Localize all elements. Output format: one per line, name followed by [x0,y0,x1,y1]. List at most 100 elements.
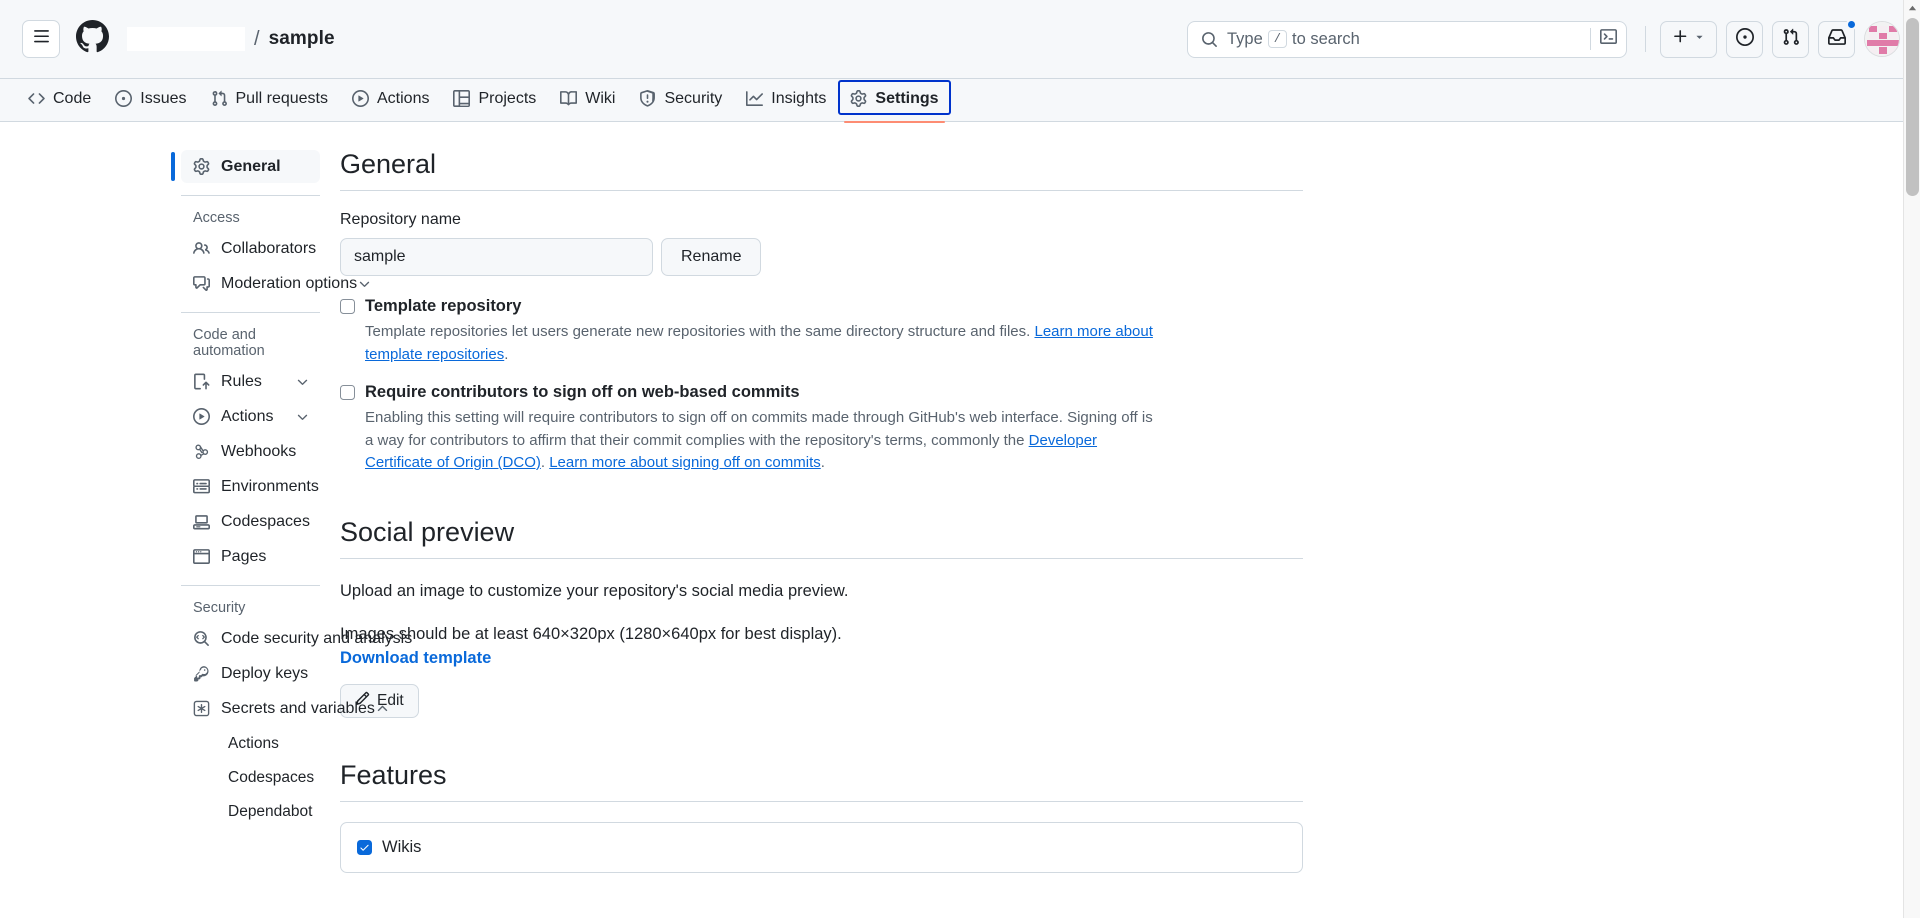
issue-opened-icon [1735,27,1754,51]
github-logo[interactable] [76,20,109,58]
global-header: / sample Type / to search [0,0,1920,79]
sidebar-subitem-label: Actions [228,734,279,752]
template-repository-checkbox[interactable] [340,299,355,314]
repo-tab-label: Wiki [585,89,616,107]
search-icon [1201,31,1218,48]
repo-tab-projects[interactable]: Projects [441,79,548,118]
signoff-desc-part2: . [540,454,550,471]
search-divider [1590,28,1591,50]
sidebar-item-label: Deploy keys [221,664,309,682]
learn-more-signing-off-link[interactable]: Learn more about signing off on commits [549,454,821,471]
search-input[interactable]: Type / to search [1187,20,1627,58]
settings-sidebar: General Access Collaborators Moderation … [0,122,412,873]
sidebar-item-moderation-options[interactable]: Moderation options [181,267,370,300]
notifications-button[interactable] [1818,18,1857,58]
sidebar-item-collaborators[interactable]: Collaborators [181,232,320,265]
sidebar-item-code-security-and-analysis[interactable]: Code security and analysis [181,622,412,655]
repo-tab-issues[interactable]: Issues [103,79,198,118]
sidebar-item-label: Pages [221,547,267,565]
chevron-up-icon[interactable] [375,701,390,716]
sidebar-item-label: Webhooks [221,442,297,460]
sidebar-subitem-label: Dependabot [228,802,313,820]
sidebar-item-general[interactable]: General [171,150,320,183]
breadcrumb-separator: / [254,27,260,50]
repo-tab-label: Insights [771,89,827,107]
repo-tab-insights[interactable]: Insights [734,79,838,118]
your-issues-button[interactable] [1726,20,1763,58]
repo-tab-wiki[interactable]: Wiki [548,79,627,118]
signoff-desc-period: . [820,454,825,471]
chevron-down-icon[interactable] [295,409,310,424]
sidebar-item-rules[interactable]: Rules [181,365,320,398]
template-repository-label[interactable]: Template repository [365,294,1303,318]
template-repository-setting: Template repository Template repositorie… [340,294,1303,366]
table-icon [453,90,471,107]
sidebar-item-label: Moderation options [221,274,358,292]
search-right-adornment [1590,28,1621,50]
sidebar-group-title-access: Access [193,210,240,226]
sidebar-group-title-security: Security [193,600,246,616]
header-divider [1645,26,1646,52]
sidebar-item-secrets-and-variables[interactable]: Secrets and variables [181,692,388,725]
social-preview-upload-text: Upload an image to customize your reposi… [340,581,849,600]
repo-tab-actions[interactable]: Actions [340,79,441,118]
repo-name-link[interactable]: sample [269,28,335,50]
repo-tab-pull-requests[interactable]: Pull requests [199,79,341,118]
template-repository-body: Template repository Template repositorie… [365,294,1303,366]
sidebar-group-title-code-and-automation: Code and automation [193,327,265,359]
repository-name-input[interactable] [340,238,653,276]
repo-tab-label: Issues [140,89,187,107]
sidebar-item-environments[interactable]: Environments [181,470,320,503]
your-pull-requests-button[interactable] [1772,20,1809,58]
book-icon [560,90,578,107]
sidebar-item-codespaces[interactable]: Codespaces [181,505,320,538]
page-title: General [340,149,1303,191]
repo-owner-redacted[interactable] [127,27,245,51]
create-new-button[interactable] [1660,20,1717,58]
git-pull-request-icon [211,90,228,107]
sidebar-item-label: Collaborators [221,239,317,257]
sidebar-item-label: Codespaces [221,512,310,530]
sidebar-item-pages[interactable]: Pages [181,540,320,573]
wikis-checkbox[interactable] [357,839,372,855]
command-palette-icon[interactable] [1600,28,1617,50]
repo-tab-code[interactable]: Code [16,79,103,118]
sidebar-subitem-secrets-codespaces[interactable]: Codespaces [181,761,320,794]
codescan-icon [193,630,210,647]
wikis-setting-row: Wikis [357,838,1286,857]
inbox-icon [1827,28,1846,51]
require-signoff-checkbox[interactable] [340,385,355,400]
page-scrollbar[interactable] [1903,0,1920,918]
scrollbar-thumb[interactable] [1906,18,1919,196]
sidebar-subitem-secrets-actions[interactable]: Actions [181,727,320,760]
sidebar-item-deploy-keys[interactable]: Deploy keys [181,657,320,690]
download-template-link[interactable]: Download template [340,649,491,667]
repository-nav: Code Issues Pull requests Actions Projec [0,79,1920,123]
avatar-identicon [1865,22,1899,56]
sidebar-subitem-secrets-dependabot[interactable]: Dependabot [181,795,320,828]
settings-body: General Access Collaborators Moderation … [0,122,1920,873]
chevron-down-icon[interactable] [295,374,310,389]
sidebar-item-actions[interactable]: Actions [181,400,320,433]
require-signoff-label[interactable]: Require contributors to sign off on web-… [365,380,1303,404]
repo-tab-label: Projects [478,89,537,107]
repo-tab-settings[interactable]: Settings [838,79,951,123]
play-icon [193,408,210,425]
wikis-label[interactable]: Wikis [382,838,421,857]
signoff-body: Require contributors to sign off on web-… [365,380,1303,475]
plus-icon [1672,28,1689,50]
breadcrumb: / sample [127,27,335,51]
issue-opened-icon [115,90,133,107]
sidebar-item-webhooks[interactable]: Webhooks [181,435,320,468]
shield-icon [639,90,656,107]
global-nav-menu-button[interactable] [22,20,60,58]
rename-button[interactable]: Rename [661,238,762,276]
scrollbar-up-arrow[interactable] [1904,0,1920,17]
active-tab-underline [844,120,945,123]
avatar[interactable] [1864,21,1900,57]
chevron-down-icon[interactable] [357,276,372,291]
browser-icon [193,548,210,565]
repo-tab-security[interactable]: Security [627,79,734,118]
gear-icon [193,158,210,175]
template-repository-desc-text: Template repositories let users generate… [365,323,1031,340]
